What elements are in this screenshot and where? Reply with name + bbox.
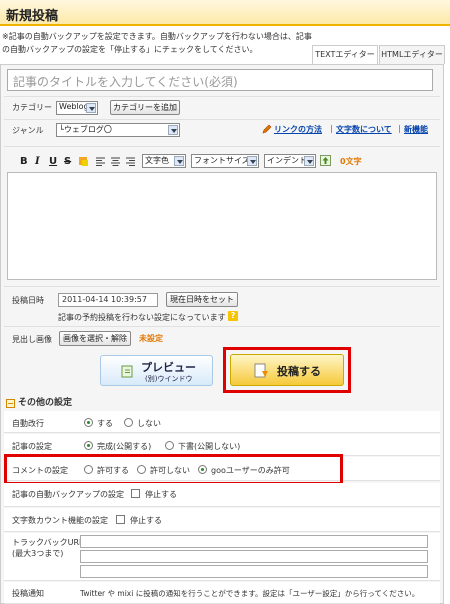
help-icon[interactable]: ? [228, 311, 238, 321]
tab-text-editor[interactable]: TEXTエディター [312, 45, 378, 64]
auto-break-on-label: する [97, 419, 113, 428]
title-input[interactable]: 記事のタイトルを入力してください(必須) [7, 69, 433, 91]
auto-backup-label: 記事の自動バックアップの設定 [12, 490, 124, 499]
text-color-select[interactable]: 文字色 [142, 154, 186, 168]
auto-break-off-radio[interactable] [124, 418, 133, 427]
category-label: カテゴリー [12, 103, 52, 112]
chevron-down-icon [247, 156, 257, 166]
auto-break-off-label: しない [137, 419, 161, 428]
other-settings-title: その他の設定 [18, 398, 73, 408]
trackback-url-field-2[interactable] [80, 550, 428, 563]
trackback-url-field-3[interactable] [80, 565, 428, 578]
post-date-input[interactable]: 2011-04-14 10:39:57 [58, 293, 158, 307]
separator: | [398, 124, 401, 133]
auto-backup-stop-label: 停止する [145, 490, 177, 499]
body-editor[interactable] [7, 172, 437, 280]
trackback-label: トラックバックURL (最大3つまで) [12, 538, 84, 558]
genre-label: ジャンル [12, 126, 44, 135]
strikethrough-button[interactable]: S [64, 156, 71, 167]
underline-button[interactable]: U [49, 156, 57, 167]
pencil-icon [262, 124, 272, 134]
category-select[interactable]: Weblog [56, 101, 98, 115]
text-color-picker-icon[interactable] [78, 156, 89, 167]
char-count-stop-label: 停止する [130, 516, 162, 525]
set-now-button[interactable]: 現在日時をセット [166, 292, 238, 307]
align-center-icon[interactable] [110, 156, 121, 167]
article-published-label: 完成(公開する) [97, 442, 152, 451]
divider [4, 326, 440, 327]
indent-select[interactable]: インデント [264, 154, 316, 168]
chevron-down-icon [174, 156, 184, 166]
preview-button[interactable]: プレビュー (別)ウインドウ [100, 355, 213, 386]
char-count-setting-label: 文字数カウント機能の設定 [12, 516, 108, 525]
article-published-radio[interactable] [84, 441, 93, 450]
preview-sub-label: (別)ウインドウ [145, 375, 193, 383]
link-method-link[interactable]: リンクの方法 [274, 124, 322, 135]
genre-select[interactable]: └ウェブログ〇 [56, 123, 180, 137]
notify-text: Twitter や mixi に投稿の通知を行うことができます。設定は「ユーザー… [80, 589, 420, 598]
article-setting-label: 記事の設定 [12, 442, 52, 451]
auto-break-label: 自動改行 [12, 419, 44, 428]
divider [4, 119, 440, 120]
page-title: 新規投稿 [6, 9, 59, 24]
char-count-stop-checkbox[interactable] [116, 515, 125, 524]
divider [4, 286, 440, 287]
thumbnail-label: 見出し画像 [12, 335, 52, 344]
trackback-url-field-1[interactable] [80, 535, 428, 548]
auto-backup-stop-checkbox[interactable] [131, 489, 140, 498]
font-size-label: フォントサイズ [194, 156, 250, 165]
highlight-frame [4, 454, 343, 485]
category-value: Weblog [59, 102, 89, 111]
font-size-select[interactable]: フォントサイズ [191, 154, 259, 168]
auto-break-on-radio[interactable] [84, 418, 93, 427]
thumbnail-status: 未設定 [139, 334, 163, 343]
preview-label: プレビュー [141, 361, 196, 374]
chevron-down-icon [86, 103, 96, 113]
post-button[interactable]: 投稿する [230, 354, 344, 386]
auto-break-row: 自動改行 する しない [4, 411, 440, 433]
article-setting-row: 記事の設定 完成(公開する) 下書(公開しない) [4, 434, 440, 456]
align-left-icon[interactable] [95, 156, 106, 167]
article-draft-radio[interactable] [165, 441, 174, 450]
upload-icon[interactable] [320, 155, 331, 166]
chevron-down-icon [168, 125, 178, 135]
document-icon [254, 363, 268, 378]
bold-button[interactable]: B [20, 156, 28, 167]
notify-label: 投稿通知 [12, 589, 44, 598]
text-color-label: 文字色 [145, 156, 169, 165]
collapse-icon: − [6, 399, 15, 408]
divider [4, 146, 440, 147]
page-header: 新規投稿 [0, 0, 450, 26]
align-right-icon[interactable] [125, 156, 136, 167]
italic-button[interactable]: I [35, 156, 40, 167]
add-category-button[interactable]: カテゴリーを追加 [110, 100, 180, 115]
backup-notice: ※記事の自動バックアップを設定できます。自動バックアップを行わない場合は、記事の… [2, 32, 312, 54]
select-image-button[interactable]: 画像を選択・解除 [59, 331, 131, 346]
reservation-note: 記事の予約投稿を行わない設定になっています [58, 313, 226, 322]
new-features-link[interactable]: 新機能 [404, 124, 428, 135]
article-draft-label: 下書(公開しない) [178, 442, 241, 451]
tab-html-editor[interactable]: HTMLエディター [379, 45, 445, 64]
auto-backup-row: 記事の自動バックアップの設定 停止する [4, 483, 440, 507]
chevron-down-icon [304, 156, 314, 166]
trackback-row: トラックバックURL (最大3つまで) [4, 533, 440, 581]
post-button-label: 投稿する [277, 365, 321, 378]
separator: | [330, 124, 333, 133]
other-settings-heading[interactable]: − その他の設定 [6, 395, 72, 408]
post-date-label: 投稿日時 [12, 296, 44, 305]
char-count-info-link[interactable]: 文字数について [336, 124, 392, 135]
preview-icon [121, 365, 133, 378]
divider [4, 96, 440, 97]
char-count: 0文字 [340, 157, 362, 166]
notify-row: 投稿通知 Twitter や mixi に投稿の通知を行うことができます。設定は… [4, 582, 440, 604]
indent-label: インデント [267, 156, 307, 165]
char-count-setting-row: 文字数カウント機能の設定 停止する [4, 508, 440, 532]
genre-value: └ウェブログ〇 [59, 125, 112, 134]
